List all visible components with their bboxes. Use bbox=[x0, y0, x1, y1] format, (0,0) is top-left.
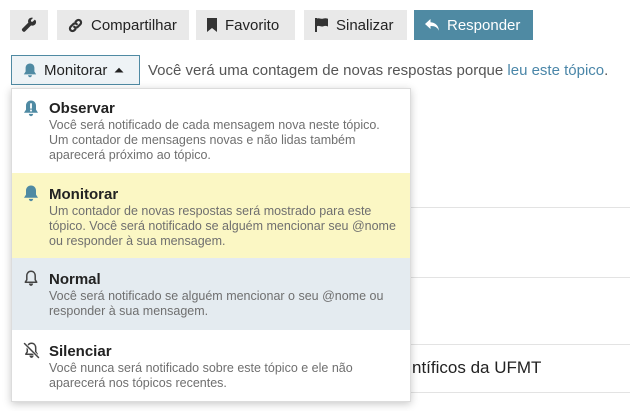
option-muted[interactable]: Silenciar Você nunca será notificado sob… bbox=[12, 330, 410, 402]
bookmark-button[interactable]: Favorito bbox=[196, 10, 295, 40]
notification-reason: Você verá uma contagem de novas resposta… bbox=[148, 62, 608, 79]
link-icon bbox=[68, 18, 83, 32]
option-description: Um contador de novas respostas será most… bbox=[49, 204, 396, 248]
notification-level-button[interactable]: Monitorar bbox=[11, 55, 140, 85]
wrench-icon bbox=[21, 17, 37, 32]
topic-divider bbox=[400, 207, 630, 208]
bookmark-icon bbox=[207, 18, 217, 32]
reply-button-label: Responder bbox=[447, 16, 521, 34]
option-title: Monitorar bbox=[49, 186, 119, 203]
reply-button[interactable]: Responder bbox=[414, 10, 533, 40]
bookmark-button-label: Favorito bbox=[225, 16, 280, 34]
read-topic-link[interactable]: leu este tópico bbox=[507, 62, 604, 79]
option-description: Você nunca será notificado sobre este tó… bbox=[49, 361, 353, 390]
bell-slash-icon bbox=[23, 342, 40, 359]
related-topic-title[interactable]: ntíficos da UFMT bbox=[412, 358, 541, 378]
option-title: Silenciar bbox=[49, 343, 112, 360]
share-button[interactable]: Compartilhar bbox=[57, 10, 189, 40]
bell-outline-icon bbox=[24, 270, 38, 286]
option-description: Você será notificado se alguém mencionar… bbox=[49, 289, 384, 318]
reply-icon bbox=[425, 19, 439, 31]
caret-up-icon bbox=[114, 67, 124, 73]
topic-divider bbox=[400, 392, 630, 393]
admin-wrench-button[interactable] bbox=[10, 10, 48, 40]
option-title: Observar bbox=[49, 100, 115, 117]
bell-alert-icon bbox=[24, 100, 38, 117]
notification-options-dropdown: Observar Você será notificado de cada me… bbox=[11, 88, 411, 402]
topic-divider bbox=[400, 344, 630, 345]
bell-icon bbox=[24, 185, 38, 202]
topic-divider bbox=[400, 277, 630, 278]
flag-button-label: Sinalizar bbox=[336, 16, 394, 34]
option-normal[interactable]: Normal Você será notificado se alguém me… bbox=[12, 258, 410, 330]
share-button-label: Compartilhar bbox=[91, 16, 177, 34]
option-tracking[interactable]: Monitorar Um contador de novas respostas… bbox=[12, 173, 410, 258]
flag-icon bbox=[315, 18, 328, 32]
option-description: Você será notificado de cada mensagem no… bbox=[49, 118, 380, 162]
option-watching[interactable]: Observar Você será notificado de cada me… bbox=[12, 89, 410, 173]
notification-reason-text: Você verá uma contagem de novas resposta… bbox=[148, 62, 508, 79]
option-title: Normal bbox=[49, 271, 101, 288]
flag-button[interactable]: Sinalizar bbox=[304, 10, 407, 40]
notification-reason-end: . bbox=[604, 62, 609, 79]
notification-level-label: Monitorar bbox=[44, 61, 108, 79]
bell-icon bbox=[23, 63, 37, 77]
